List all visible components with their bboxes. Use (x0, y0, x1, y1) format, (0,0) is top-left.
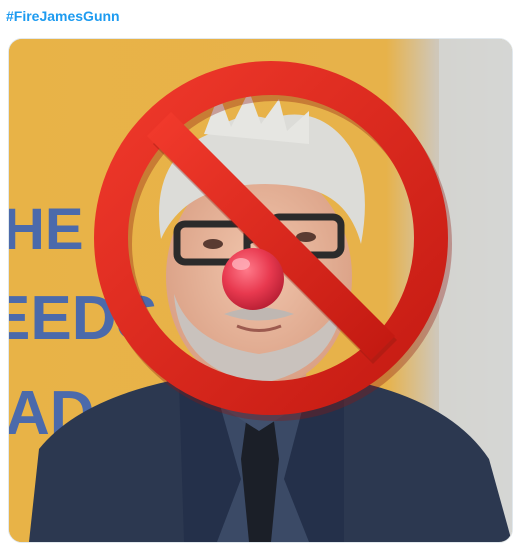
tweet-media-image[interactable]: HE EEDS AD (8, 38, 513, 543)
left-eye (203, 239, 223, 249)
backdrop-text-1: HE (9, 197, 84, 262)
clown-nose-icon (222, 248, 284, 310)
tweet-fragment: #FireJamesGunn HE EDS AD (0, 0, 517, 546)
photo-illustration: HE EEDS AD (9, 39, 512, 542)
hashtag-link[interactable]: #FireJamesGunn (6, 8, 120, 24)
